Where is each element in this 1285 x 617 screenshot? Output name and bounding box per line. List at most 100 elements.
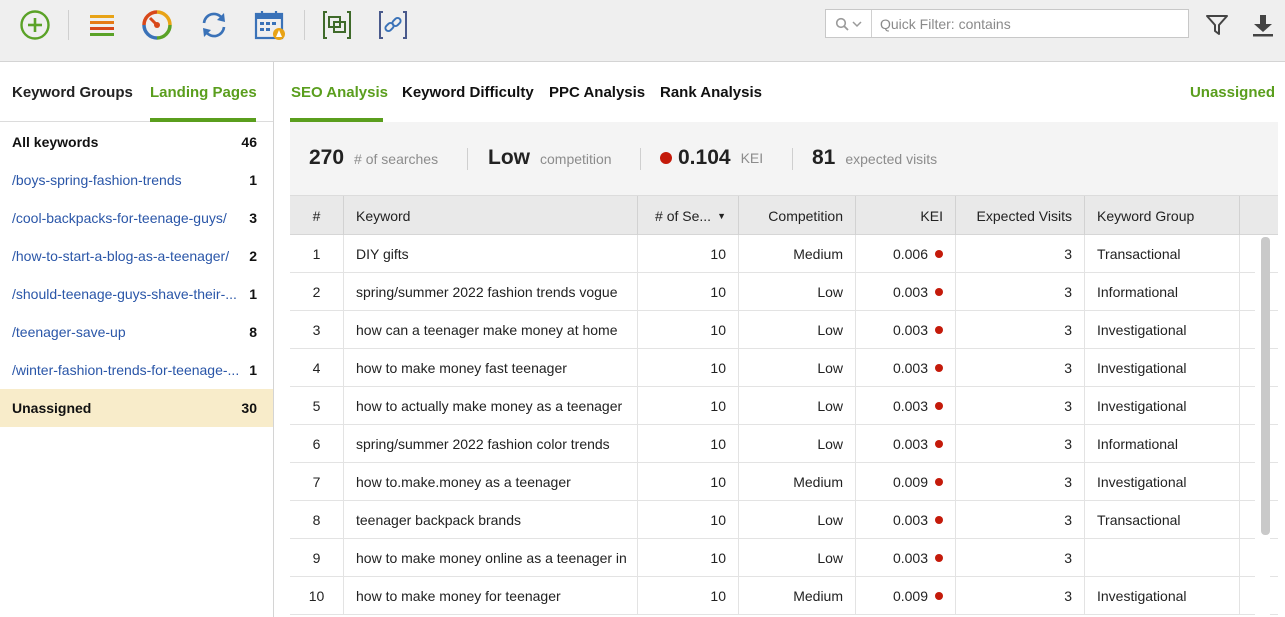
table-row[interactable]: 7 how to.make.money as a teenager 10 Medium… <box>290 463 1278 501</box>
cell-keyword-text: DIY gifts <box>356 246 409 262</box>
tab-keyword-groups[interactable]: Keyword Groups <box>12 84 133 101</box>
cell-keyword-group: Investigational <box>1085 387 1240 425</box>
add-button[interactable] <box>18 8 52 42</box>
list-item-count: 46 <box>241 134 257 150</box>
cell-competition: Medium <box>739 463 856 501</box>
list-item-label: Unassigned <box>12 400 92 416</box>
cell-keyword-group-text: Investigational <box>1097 398 1187 414</box>
summary-searches: 270 # of searches <box>309 146 438 170</box>
cell-searches: 10 <box>638 235 739 273</box>
refresh-icon <box>202 12 226 38</box>
cell-kei-text: 0.003 <box>892 550 928 566</box>
export-button[interactable] <box>1246 8 1280 42</box>
cell-keyword-group-text: Informational <box>1097 436 1178 452</box>
toolbar <box>0 0 1285 62</box>
column-header-keyword-group[interactable]: Keyword Group <box>1085 196 1240 235</box>
kei-status-dot <box>935 288 943 296</box>
table-row[interactable]: 8 teenager backpack brands 10 Low 0.003 3 Tran… <box>290 501 1278 539</box>
cell-number-text: 1 <box>312 246 321 262</box>
cell-expected-visits-text: 3 <box>1064 246 1072 262</box>
cell-number: 7 <box>290 463 344 501</box>
table-row[interactable]: 4 how to make money fast teenager 10 Low 0.0… <box>290 349 1278 387</box>
column-header-searches[interactable]: # of Se... ▼ <box>638 196 739 235</box>
filter-search-dropdown[interactable] <box>826 10 872 37</box>
cell-keyword-text: how can a teenager make money at home <box>356 322 618 338</box>
table-row[interactable]: 6 spring/summer 2022 fashion color trends… <box>290 425 1278 463</box>
cell-expected-visits-text: 3 <box>1064 474 1072 490</box>
column-header-expected-visits[interactable]: Expected Visits <box>956 196 1085 235</box>
tab-seo-analysis[interactable]: SEO Analysis <box>291 84 388 101</box>
refresh-button[interactable] <box>197 8 231 42</box>
active-tab-indicator <box>150 118 256 122</box>
cell-keyword: how can a teenager make money at home <box>344 311 638 349</box>
list-item[interactable]: /winter-fashion-trends-for-teenage-... 1 <box>0 351 273 389</box>
gauge-icon <box>142 10 172 40</box>
column-header-kei[interactable]: KEI <box>856 196 956 235</box>
copy-icon <box>323 11 351 39</box>
calendar-schedule-icon <box>254 11 285 40</box>
cell-expected-visits-text: 3 <box>1064 436 1072 452</box>
column-header-keyword[interactable]: Keyword <box>344 196 638 235</box>
cell-expected-visits: 3 <box>956 349 1085 387</box>
gauge-button[interactable] <box>140 8 174 42</box>
cell-searches-text: 10 <box>710 246 726 262</box>
cell-keyword-group-text: Transactional <box>1097 512 1181 528</box>
competition-value: Low <box>488 146 530 169</box>
tab-keyword-difficulty[interactable]: Keyword Difficulty <box>402 84 534 101</box>
list-button[interactable] <box>85 8 119 42</box>
table-row[interactable]: 1 DIY gifts 10 Medium 0.006 3 Transactional <box>290 235 1278 273</box>
cell-keyword-group-text: Informational <box>1097 284 1178 300</box>
table-row[interactable]: 5 how to actually make money as a teenage… <box>290 387 1278 425</box>
column-header-searches-label: # of Se... <box>655 207 712 224</box>
cell-kei-text: 0.003 <box>892 512 928 528</box>
tab-rank-analysis[interactable]: Rank Analysis <box>660 84 762 101</box>
left-tabs: Keyword Groups Landing Pages <box>0 62 273 122</box>
cell-competition-text: Medium <box>793 246 843 262</box>
copy-button[interactable] <box>320 8 354 42</box>
tab-ppc-analysis[interactable]: PPC Analysis <box>549 84 645 101</box>
cell-competition: Low <box>739 501 856 539</box>
cell-keyword-group-text: Investigational <box>1097 588 1187 604</box>
cell-number: 5 <box>290 387 344 425</box>
kei-status-dot <box>935 440 943 448</box>
list-item-count: 1 <box>249 172 257 188</box>
cell-expected-visits-text: 3 <box>1064 588 1072 604</box>
cell-keyword-text: how to.make.money as a teenager <box>356 474 571 490</box>
cell-expected-visits: 3 <box>956 273 1085 311</box>
cell-expected-visits-text: 3 <box>1064 284 1072 300</box>
table-row[interactable]: 3 how can a teenager make money at home 10… <box>290 311 1278 349</box>
list-item-count: 30 <box>241 400 257 416</box>
summary-visits: 81 expected visits <box>812 146 937 170</box>
list-item[interactable]: All keywords 46 <box>0 123 273 161</box>
list-item[interactable]: /boys-spring-fashion-trends 1 <box>0 161 273 199</box>
current-group-label: Unassigned <box>1189 84 1275 101</box>
list-item[interactable]: /should-teenage-guys-shave-their-... 1 <box>0 275 273 313</box>
cell-expected-visits: 3 <box>956 539 1085 577</box>
table-row[interactable]: 9 how to make money online as a teenager … <box>290 539 1278 577</box>
table-row[interactable]: 2 spring/summer 2022 fashion trends vogue… <box>290 273 1278 311</box>
link-button[interactable] <box>376 8 410 42</box>
cell-kei: 0.006 <box>856 235 956 273</box>
scrollbar-thumb[interactable] <box>1261 237 1270 535</box>
link-icon <box>379 11 407 39</box>
summary-separator <box>792 148 793 170</box>
cell-competition-text: Low <box>817 550 843 566</box>
cell-keyword-text: how to make money online as a teenager i… <box>356 550 627 566</box>
kei-status-dot <box>935 554 943 562</box>
cell-competition-text: Low <box>817 322 843 338</box>
list-item[interactable]: /teenager-save-up 8 <box>0 313 273 351</box>
list-item-count: 8 <box>249 324 257 340</box>
cell-keyword-group: Investigational <box>1085 463 1240 501</box>
list-item[interactable]: /how-to-start-a-blog-as-a-teenager/ 2 <box>0 237 273 275</box>
tab-landing-pages[interactable]: Landing Pages <box>150 84 257 101</box>
schedule-button[interactable] <box>253 8 287 42</box>
filter-button[interactable] <box>1200 8 1234 42</box>
quick-filter-input[interactable] <box>872 10 1188 37</box>
table-row[interactable]: 10 how to make money for teenager 10 Medium… <box>290 577 1278 615</box>
list-item[interactable]: /cool-backpacks-for-teenage-guys/ 3 <box>0 199 273 237</box>
cell-keyword: how to actually make money as a teenager <box>344 387 638 425</box>
cell-competition-text: Low <box>817 398 843 414</box>
column-header-competition[interactable]: Competition <box>739 196 856 235</box>
column-header-number[interactable]: # <box>290 196 344 235</box>
list-item-selected[interactable]: Unassigned 30 <box>0 389 273 427</box>
